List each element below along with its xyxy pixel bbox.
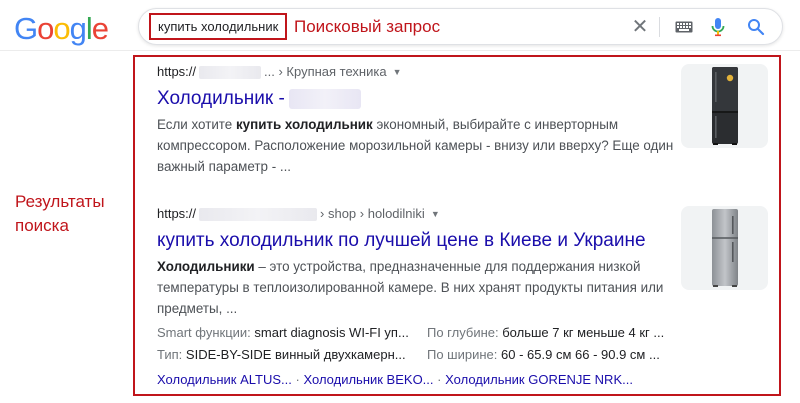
sitelink-separator: · [295,372,300,387]
result-url[interactable]: https:// › shop › holodilniki ▼ [157,206,677,222]
attribute: По глубине: больше 7 кг меньше 4 кг ... [427,322,664,344]
chevron-down-icon[interactable]: ▼ [431,206,440,222]
search-input[interactable]: купить холодильник [149,13,288,40]
result-title: Холодильник - [157,88,285,109]
url-prefix: https:// [157,206,197,221]
attribute-value: SIDE-BY-SIDE винный двухкамерн... [185,347,406,362]
sitelink[interactable]: Холодильник ALTUS... [157,372,292,387]
blurred-domain [199,65,262,79]
logo-letter: o [37,11,54,46]
attribute-label: Тип: [157,347,183,362]
sitelink[interactable]: Холодильник GORENJE NRK... [445,372,633,387]
logo-letter: g [69,11,87,46]
keyboard-icon[interactable] [673,16,695,38]
attribute-value: больше 7 кг меньше 4 кг ... [502,325,665,340]
search-box[interactable]: купить холодильник Поисковый запрос ✕ [138,8,783,45]
result-title-link[interactable]: Холодильник - [157,87,677,111]
attribute: Smart функции: smart diagnosis WI-FI уп.… [157,322,409,344]
logo-letter: G [14,11,38,46]
microphone-icon[interactable] [707,16,729,38]
blurred-domain [199,207,318,221]
result-snippet: Если хотите купить холодильник экономный… [157,114,677,177]
search-result: https:// › shop › holodilniki ▼ купить х… [157,206,677,319]
snippet-text: Если хотите [157,117,236,132]
header-divider [0,50,800,51]
snippet-highlight: Холодильники [157,259,255,274]
sitelink-separator: · [437,372,442,387]
attribute-label: По ширине: [427,347,498,362]
attribute: Тип: SIDE-BY-SIDE винный двухкамерн... [157,344,406,366]
logo-letter: e [91,11,109,46]
snippet-highlight: купить холодильник [235,117,373,132]
blurred-title-part [288,88,361,109]
attribute-value: smart diagnosis WI-FI уп... [254,325,409,340]
black-fridge-image[interactable] [681,64,768,148]
url-breadcrumb: ... › Крупная техника [264,64,387,79]
search-icon[interactable] [745,16,767,38]
sitelinks: Холодильник ALTUS... · Холодильник BEKO.… [157,370,633,390]
result-snippet: Холодильники – это устройства, предназна… [157,256,677,319]
logo-letter: o [53,11,70,46]
result-url[interactable]: https:// ... › Крупная техника ▼ [157,64,677,80]
chevron-down-icon[interactable]: ▼ [393,64,402,80]
sitelink[interactable]: Холодильник BEKO... [303,372,433,387]
attribute-label: По глубине: [427,325,499,340]
results-annotation-label: Результаты поиска [15,192,105,235]
silver-fridge-image[interactable] [681,206,768,290]
query-annotation-label: Поисковый запрос [294,17,441,36]
url-prefix: https:// [157,64,197,79]
google-logo[interactable]: Google [14,11,109,47]
attribute-value: 60 - 65.9 см 66 - 90.9 см ... [501,347,660,362]
close-icon[interactable]: ✕ [629,16,651,38]
search-divider [659,17,660,37]
result-title-link[interactable]: купить холодильник по лучшей цене в Киев… [157,229,677,253]
url-breadcrumb: › shop › holodilniki [320,206,425,221]
search-result: https:// ... › Крупная техника ▼ Холодил… [157,64,677,177]
attribute: По ширине: 60 - 65.9 см 66 - 90.9 см ... [427,344,660,366]
attribute-label: Smart функции: [157,325,251,340]
